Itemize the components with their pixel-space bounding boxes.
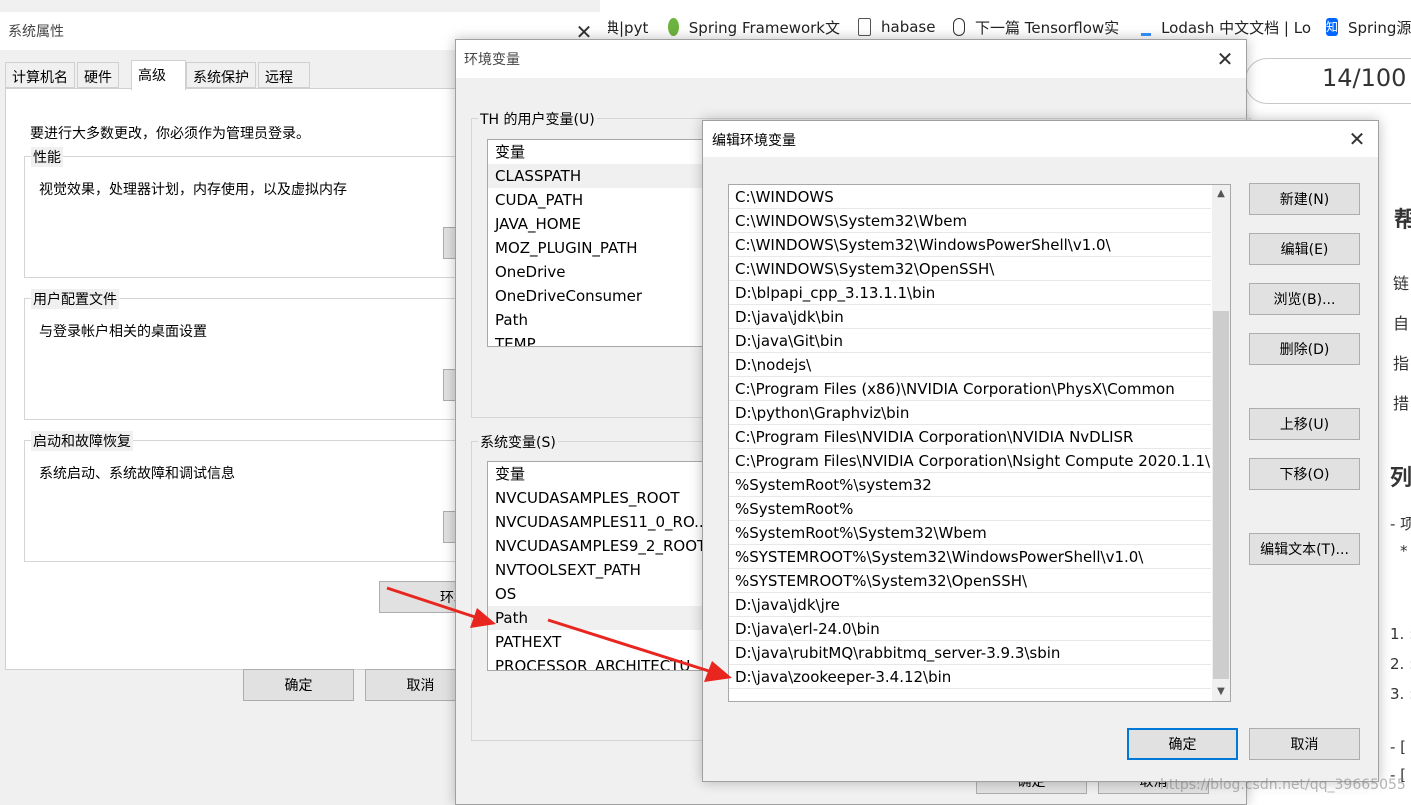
- arrow-head-icon: [470, 608, 496, 628]
- arrow-head-icon: [704, 661, 732, 682]
- watermark: https://blog.csdn.net/qq_39665055: [1160, 777, 1406, 793]
- arrow-to-zookeeper-entry: [547, 618, 713, 674]
- arrow-to-path-variable: [386, 586, 479, 620]
- annotation-arrow-group: [386, 586, 732, 682]
- annotation-arrows: [386, 586, 732, 682]
